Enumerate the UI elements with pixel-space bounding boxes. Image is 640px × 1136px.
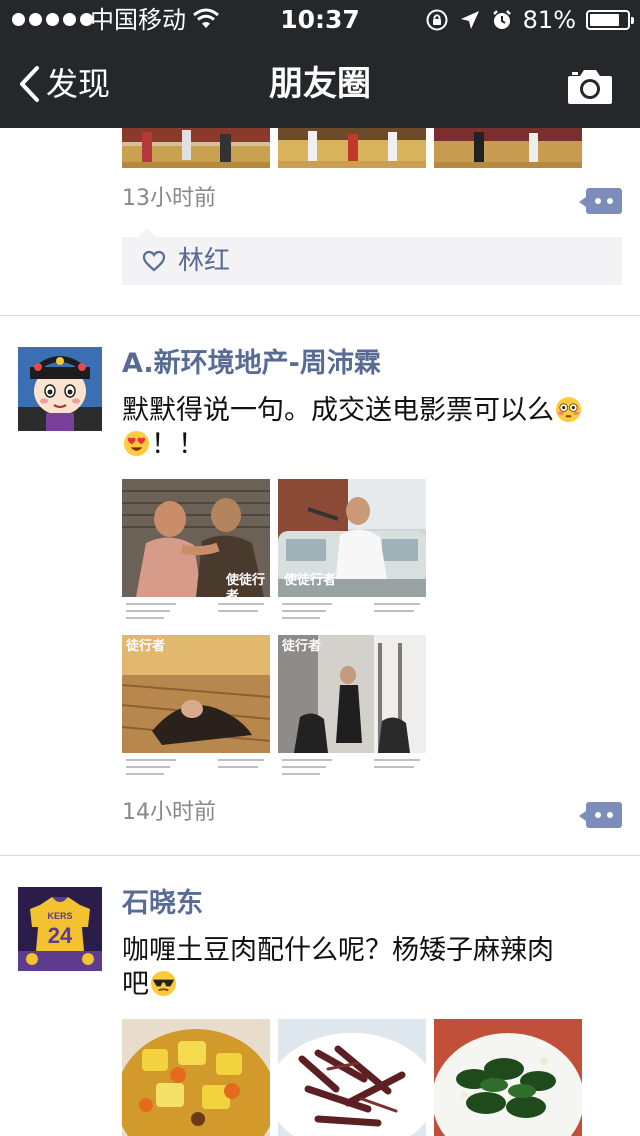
moments-feed[interactable]: 13小时前 林红 A.新环境地产-周沛霖 默默得说一句。成交送电影票可以么 ！！… (0, 0, 640, 1136)
post-image-curry[interactable] (122, 1019, 270, 1136)
heart-eyes-emoji-icon (123, 430, 150, 457)
alarm-clock-icon (492, 10, 511, 29)
post-image-spicy-meat[interactable] (278, 1019, 426, 1136)
moments-screen: 13小时前 林红 A.新环境地产-周沛霖 默默得说一句。成交送电影票可以么 ！！… (0, 0, 640, 1136)
back-button[interactable]: 发现 (18, 62, 110, 106)
post-divider (0, 855, 640, 856)
navigation-bar: 发现 朋友圈 (0, 40, 640, 128)
post-2-timestamp: 14小时前 (122, 800, 216, 825)
post-image-movie-3[interactable]: 徒行者 (122, 635, 270, 783)
post-2-author[interactable]: A.新环境地产-周沛霖 (122, 348, 381, 380)
avatar[interactable] (18, 347, 102, 431)
post-image-movie-1[interactable]: 使徒行者 (122, 479, 270, 627)
top-bar: 中国移动 10:37 81% 发现 朋友圈 (0, 0, 640, 128)
camera-icon (568, 70, 612, 104)
avatar[interactable]: KERS 24 (18, 887, 102, 971)
basketball-jersey-avatar-icon: KERS 24 (18, 887, 102, 971)
post-3-text: 咖喱土豆肉配什么呢？杨矮子麻辣肉 吧 (122, 934, 612, 1002)
battery-percent: 81% (522, 6, 576, 34)
post-1-likes: 林红 (122, 228, 622, 285)
post-image-movie-2[interactable]: 使徒行者 (278, 479, 426, 627)
post-3-text-line1: 咖喱土豆肉配什么呢？杨矮子麻辣肉 (122, 935, 554, 966)
flushed-emoji-icon (555, 396, 582, 423)
post-2-text-line2: ！！ (151, 429, 205, 460)
post-3-author[interactable]: 石晓东 (122, 888, 203, 920)
post-1-comment-button[interactable] (579, 188, 622, 214)
comment-dots-icon (595, 198, 601, 204)
post-image-movie-4[interactable]: 徒行者 (278, 635, 426, 783)
post-image-greens[interactable] (434, 1019, 582, 1136)
post-2-text-line1: 默默得说一句。成交送电影票可以么 (122, 395, 554, 426)
battery-icon (586, 10, 634, 30)
post-image-watermark: 使徒行者 (284, 573, 337, 588)
cartoon-avatar-icon (18, 347, 102, 431)
rotation-lock-icon (426, 9, 448, 31)
back-label: 发现 (46, 65, 111, 103)
liker-name[interactable]: 林红 (178, 246, 230, 276)
camera-button[interactable] (566, 66, 614, 106)
chevron-left-icon (20, 66, 39, 102)
post-divider (0, 315, 640, 316)
heart-outline-icon (142, 250, 166, 272)
post-image-basketball-1[interactable] (122, 128, 270, 168)
status-bar: 中国移动 10:37 81% (0, 0, 640, 40)
post-3-text-line2: 吧 (122, 969, 149, 1000)
post-1-timestamp: 13小时前 (122, 186, 216, 211)
location-arrow-icon (460, 11, 479, 29)
post-2-comment-button[interactable] (579, 802, 622, 828)
post-image-watermark: 徒行者 (282, 639, 322, 654)
post-image-basketball-2[interactable] (278, 128, 426, 168)
post-image-watermark: 徒行者 (126, 639, 166, 654)
svg-text:KERS: KERS (47, 911, 72, 921)
sunglasses-emoji-icon (150, 970, 177, 997)
post-image-basketball-3[interactable] (434, 128, 582, 168)
post-2-text: 默默得说一句。成交送电影票可以么 ！！ (122, 394, 612, 462)
comment-dots-icon (595, 812, 601, 818)
jersey-number: 24 (48, 923, 73, 948)
